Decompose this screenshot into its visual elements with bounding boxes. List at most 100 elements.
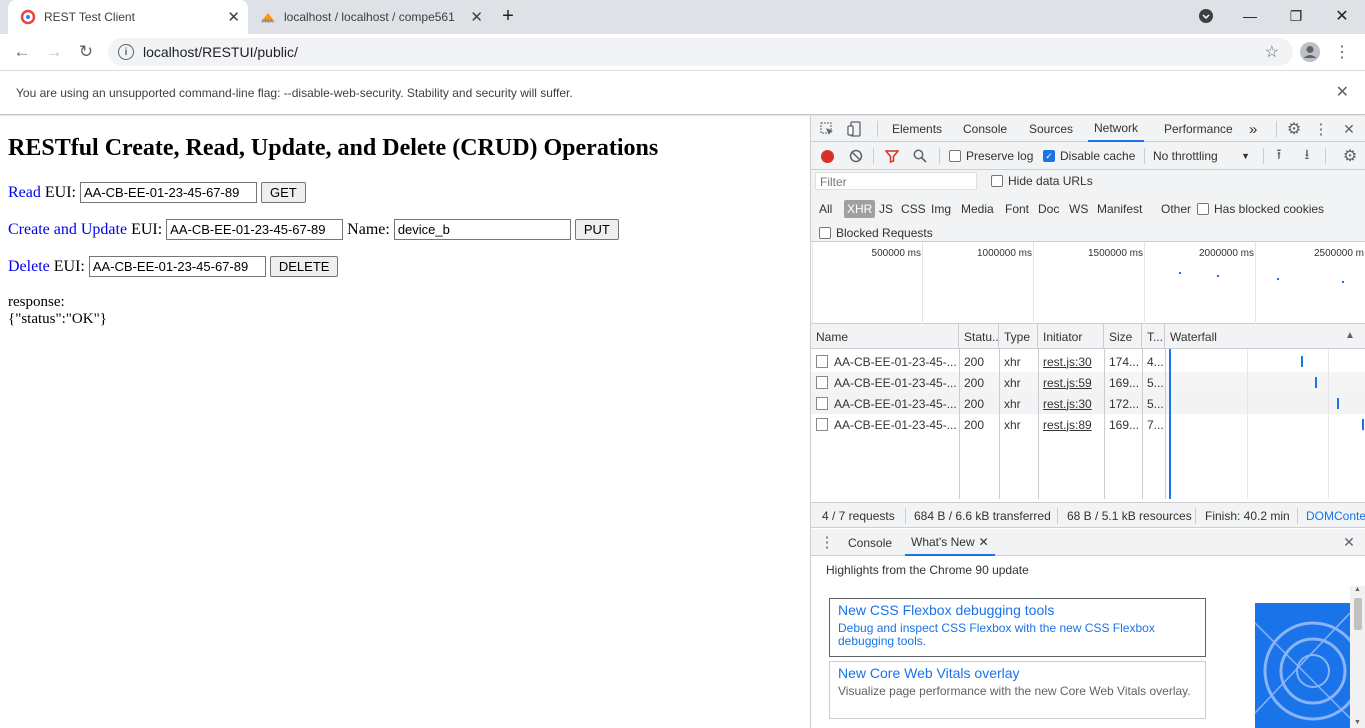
filter-type-manifest[interactable]: Manifest — [1095, 200, 1144, 218]
profile-avatar-icon[interactable] — [1298, 40, 1322, 64]
request-initiator-link[interactable]: rest.js:30 — [1043, 397, 1092, 411]
scroll-up-icon[interactable]: ▲ — [1354, 586, 1361, 593]
request-initiator-link[interactable]: rest.js:89 — [1043, 418, 1092, 432]
forward-button[interactable]: → — [42, 40, 66, 64]
record-icon[interactable] — [819, 148, 835, 164]
close-window-button[interactable]: ✕ — [1330, 4, 1354, 28]
inspect-element-icon[interactable] — [819, 121, 835, 137]
address-bar[interactable]: i localhost/RESTUI/public/ ☆ — [108, 38, 1293, 66]
scrollbar-thumb[interactable] — [1354, 598, 1362, 630]
column-initiator[interactable]: Initiator — [1038, 324, 1104, 349]
more-tabs-icon[interactable]: » — [1249, 116, 1257, 142]
column-status[interactable]: Statu... — [959, 324, 999, 349]
has-blocked-cookies-box[interactable] — [1197, 203, 1209, 215]
delete-link[interactable]: Delete — [8, 258, 50, 276]
tab-rest-test-client[interactable]: REST Test Client ✕ — [8, 0, 248, 34]
back-button[interactable]: ← — [10, 40, 34, 64]
card-title[interactable]: New CSS Flexbox debugging tools — [838, 602, 1197, 619]
delete-button[interactable]: DELETE — [269, 256, 339, 277]
devtools-menu-icon[interactable]: ⋮ — [1313, 120, 1329, 138]
blocked-requests-box[interactable] — [819, 227, 831, 239]
maximize-window-button[interactable]: ❐ — [1284, 4, 1308, 28]
request-initiator-link[interactable]: rest.js:59 — [1043, 376, 1092, 390]
clear-icon[interactable] — [848, 148, 864, 164]
device-toolbar-icon[interactable] — [846, 121, 862, 137]
search-icon[interactable] — [912, 148, 928, 164]
minimize-window-button[interactable]: — — [1238, 4, 1262, 28]
filter-icon[interactable] — [884, 148, 900, 164]
tab-console[interactable]: Console — [963, 116, 1007, 142]
column-size[interactable]: Size — [1104, 324, 1142, 349]
tab-performance[interactable]: Performance — [1164, 116, 1233, 142]
drawer-scrollbar[interactable]: ▲ ▼ — [1350, 586, 1365, 728]
tab-sources[interactable]: Sources — [1029, 116, 1073, 142]
column-time[interactable]: T... — [1142, 324, 1165, 349]
table-row[interactable]: AA-CB-EE-01-23-45-... 200 xhr rest.js:89… — [811, 414, 1365, 435]
hide-data-urls-box[interactable] — [991, 175, 1003, 187]
filter-type-css[interactable]: CSS — [899, 200, 928, 218]
request-initiator-link[interactable]: rest.js:30 — [1043, 355, 1092, 369]
import-har-icon[interactable]: ⭱ — [1271, 146, 1287, 164]
preserve-log-box[interactable] — [949, 150, 961, 162]
filter-type-media[interactable]: Media — [959, 200, 996, 218]
filter-type-ws[interactable]: WS — [1067, 200, 1090, 218]
network-overview[interactable]: 500000 ms 1000000 ms 1500000 ms 2000000 … — [811, 242, 1365, 324]
filter-type-xhr[interactable]: XHR — [844, 200, 876, 218]
column-name[interactable]: Name — [811, 324, 959, 349]
close-devtools-icon[interactable]: ✕ — [1341, 120, 1357, 138]
create-eui-input[interactable] — [166, 219, 344, 240]
filter-type-img[interactable]: Img — [929, 200, 953, 218]
tab-close-icon[interactable]: ✕ — [470, 8, 483, 26]
close-drawer-icon[interactable]: ✕ — [1341, 534, 1357, 550]
filter-input[interactable]: Filter — [815, 172, 977, 190]
filter-type-font[interactable]: Font — [1003, 200, 1031, 218]
read-eui-input[interactable] — [79, 182, 257, 203]
new-tab-button[interactable]: + — [496, 4, 520, 28]
column-waterfall[interactable]: Waterfall — [1165, 324, 1365, 349]
tab-close-icon[interactable]: ✕ — [227, 8, 240, 26]
browser-menu-icon[interactable]: ⋮ — [1330, 40, 1354, 64]
disable-cache-box[interactable]: ✓ — [1043, 150, 1055, 162]
table-row[interactable]: AA-CB-EE-01-23-45-... 200 xhr rest.js:30… — [811, 393, 1365, 414]
name-input[interactable] — [393, 219, 571, 240]
filter-type-doc[interactable]: Doc — [1036, 200, 1061, 218]
network-settings-gear-icon[interactable]: ⚙ — [1341, 147, 1359, 165]
export-har-icon[interactable]: ⭳ — [1299, 146, 1315, 164]
drawer-tab-console[interactable]: Console — [848, 529, 892, 556]
column-type[interactable]: Type — [999, 324, 1038, 349]
blocked-requests-checkbox[interactable]: Blocked Requests — [819, 226, 933, 240]
read-link[interactable]: Read — [8, 184, 41, 202]
drawer-tab-whats-new[interactable]: What's New ✕ — [905, 529, 995, 556]
tab-phpmyadmin[interactable]: PMA localhost / localhost / compe561 ✕ — [250, 0, 483, 34]
table-row[interactable]: AA-CB-EE-01-23-45-... 200 xhr rest.js:30… — [811, 351, 1365, 372]
settings-gear-icon[interactable]: ⚙ — [1285, 120, 1303, 138]
delete-eui-input[interactable] — [88, 256, 266, 277]
drawer-menu-icon[interactable]: ⋮ — [820, 534, 835, 551]
has-blocked-cookies-checkbox[interactable]: Has blocked cookies — [1197, 202, 1324, 216]
scroll-down-icon[interactable]: ▼ — [1354, 719, 1361, 726]
close-tab-icon[interactable]: ✕ — [979, 535, 989, 549]
whats-new-card[interactable]: New Core Web Vitals overlay Visualize pa… — [829, 661, 1206, 719]
filter-type-all[interactable]: All — [817, 200, 834, 218]
table-row[interactable]: AA-CB-EE-01-23-45-... 200 xhr rest.js:59… — [811, 372, 1365, 393]
tab-network[interactable]: Network — [1088, 116, 1145, 142]
disable-cache-checkbox[interactable]: ✓ Disable cache — [1043, 149, 1135, 163]
create-update-link[interactable]: Create and Update — [8, 221, 127, 239]
preserve-log-checkbox[interactable]: Preserve log — [949, 149, 1033, 163]
get-button[interactable]: GET — [260, 182, 306, 203]
reload-button[interactable]: ↻ — [74, 40, 98, 64]
whats-new-card[interactable]: New CSS Flexbox debugging tools Debug an… — [829, 598, 1206, 657]
bookmark-star-icon[interactable]: ☆ — [1265, 42, 1279, 62]
put-button[interactable]: PUT — [574, 219, 619, 240]
hide-data-urls-checkbox[interactable]: Hide data URLs — [991, 174, 1093, 188]
filter-type-js[interactable]: JS — [877, 200, 895, 218]
card-title[interactable]: New Core Web Vitals overlay — [838, 665, 1197, 682]
tab-elements[interactable]: Elements — [892, 116, 942, 142]
tab-search-icon[interactable] — [1194, 4, 1218, 28]
filter-type-other[interactable]: Other — [1159, 200, 1193, 218]
address-bar-url[interactable]: localhost/RESTUI/public/ — [143, 44, 298, 60]
site-info-icon[interactable]: i — [118, 44, 134, 60]
throttling-select[interactable]: No throttling ▼ — [1153, 149, 1250, 163]
sort-ascending-icon[interactable]: ▲ — [1345, 330, 1355, 341]
infobar-close-icon[interactable]: ✕ — [1336, 82, 1349, 102]
